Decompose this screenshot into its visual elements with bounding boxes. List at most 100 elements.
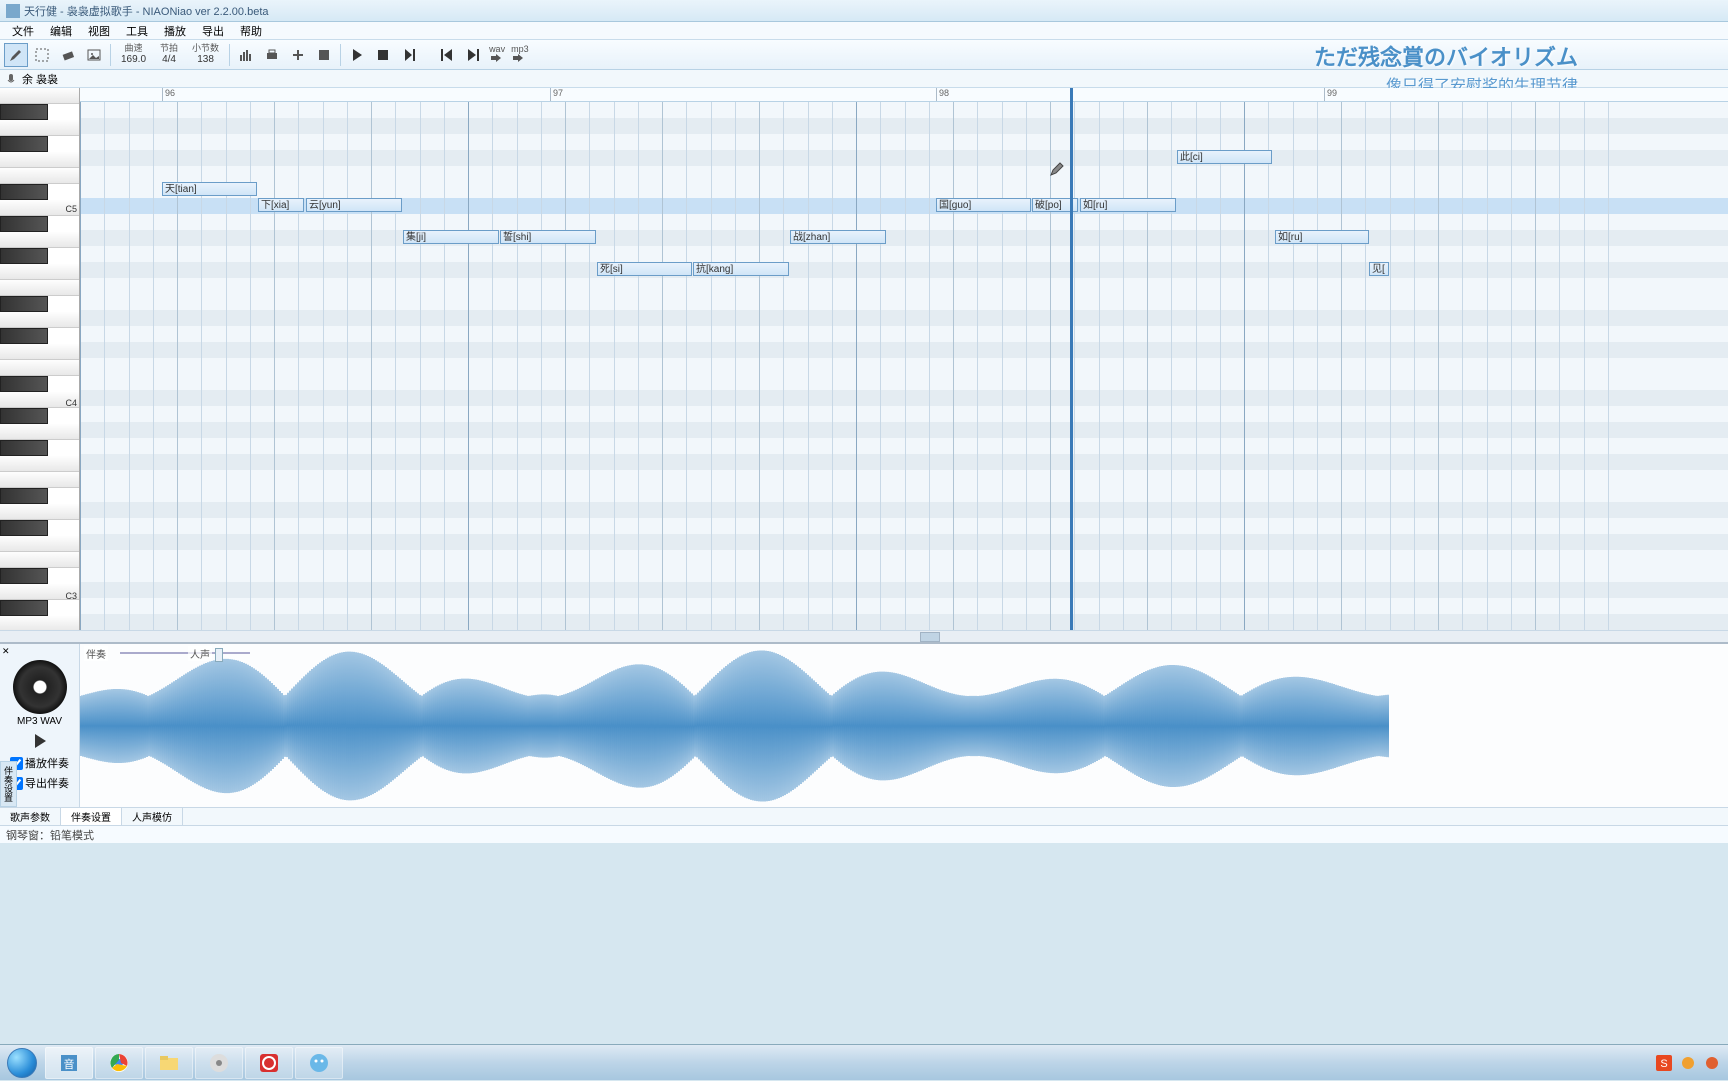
piano-roll-editor: C5C4C3 96979899 天[tian]下[xia]云[yun] 集[ji]… bbox=[0, 88, 1728, 630]
piano-key[interactable] bbox=[0, 168, 79, 184]
taskbar-item-chat[interactable] bbox=[295, 1047, 343, 1079]
note-grid[interactable]: 96979899 天[tian]下[xia]云[yun] 集[ji]誓[shi] 死… bbox=[80, 88, 1728, 630]
piano-key[interactable] bbox=[0, 344, 79, 360]
beat-display[interactable]: 节拍4/4 bbox=[154, 44, 184, 65]
piano-key[interactable] bbox=[0, 536, 79, 552]
taskbar-item-chrome[interactable] bbox=[95, 1047, 143, 1079]
grid-line bbox=[929, 102, 930, 630]
tab-voice-imitation[interactable]: 人声模仿 bbox=[122, 808, 183, 825]
horizontal-scrollbar[interactable] bbox=[0, 630, 1728, 642]
note-block[interactable]: 抗[kang] bbox=[693, 262, 789, 276]
accompaniment-settings-vtab[interactable]: 伴奏设置 bbox=[0, 761, 17, 807]
plus-button[interactable] bbox=[286, 43, 310, 67]
tray-volume-icon[interactable] bbox=[1704, 1055, 1720, 1071]
note-block[interactable]: 如[ru] bbox=[1275, 230, 1369, 244]
note-block[interactable]: 战[zhan] bbox=[790, 230, 886, 244]
note-block[interactable]: 云[yun] bbox=[306, 198, 402, 212]
note-block[interactable]: 死[si] bbox=[597, 262, 692, 276]
piano-key[interactable] bbox=[0, 264, 79, 280]
play-section-button[interactable] bbox=[397, 43, 421, 67]
piano-key[interactable] bbox=[0, 88, 79, 104]
menu-help[interactable]: 帮助 bbox=[232, 23, 270, 39]
print-button[interactable] bbox=[260, 43, 284, 67]
grid-line bbox=[323, 102, 324, 630]
playhead[interactable] bbox=[1070, 88, 1073, 630]
play-button[interactable] bbox=[345, 43, 369, 67]
piano-key[interactable] bbox=[0, 600, 48, 616]
menu-export[interactable]: 导出 bbox=[194, 23, 232, 39]
piano-key[interactable] bbox=[0, 360, 79, 376]
piano-key[interactable] bbox=[0, 568, 48, 584]
close-icon[interactable]: ✕ bbox=[2, 646, 12, 656]
piano-key[interactable] bbox=[0, 440, 48, 456]
timeline-ruler[interactable]: 96979899 bbox=[80, 88, 1728, 102]
export-accompaniment-checkbox[interactable]: 导出伴奏 bbox=[10, 775, 69, 791]
piano-key[interactable] bbox=[0, 216, 48, 232]
piano-key[interactable] bbox=[0, 520, 48, 536]
tray-settings-icon[interactable] bbox=[1680, 1055, 1696, 1071]
next-button[interactable] bbox=[461, 43, 485, 67]
piano-key[interactable] bbox=[0, 312, 79, 328]
taskbar-item-explorer[interactable] bbox=[145, 1047, 193, 1079]
pencil-tool-button[interactable] bbox=[4, 43, 28, 67]
piano-key[interactable] bbox=[0, 552, 79, 568]
menu-tools[interactable]: 工具 bbox=[118, 23, 156, 39]
piano-key[interactable] bbox=[0, 136, 48, 152]
piano-key[interactable] bbox=[0, 152, 79, 168]
piano-key[interactable] bbox=[0, 104, 48, 120]
bars-display[interactable]: 小节数138 bbox=[186, 44, 225, 65]
fullscreen-button[interactable] bbox=[312, 43, 336, 67]
menu-view[interactable]: 视图 bbox=[80, 23, 118, 39]
piano-key[interactable] bbox=[0, 376, 48, 392]
prev-button[interactable] bbox=[435, 43, 459, 67]
note-block[interactable]: 此[ci] bbox=[1177, 150, 1272, 164]
piano-key[interactable] bbox=[0, 232, 79, 248]
piano-key[interactable] bbox=[0, 280, 79, 296]
tab-voice-params[interactable]: 歌声参数 bbox=[0, 808, 61, 825]
piano-key[interactable] bbox=[0, 248, 48, 264]
waveform-display[interactable]: 伴奏 人声 bbox=[80, 644, 1728, 807]
note-block[interactable]: 国[guo] bbox=[936, 198, 1031, 212]
piano-key[interactable] bbox=[0, 120, 79, 136]
piano-key[interactable] bbox=[0, 472, 79, 488]
note-block[interactable]: 集[ji] bbox=[403, 230, 499, 244]
grid-line bbox=[298, 102, 299, 630]
note-block[interactable]: 如[ru] bbox=[1080, 198, 1176, 212]
tempo-display[interactable]: 曲速169.0 bbox=[115, 44, 152, 65]
tray-sogou-icon[interactable]: S bbox=[1656, 1055, 1672, 1071]
menu-play[interactable]: 播放 bbox=[156, 23, 194, 39]
piano-key[interactable] bbox=[0, 488, 48, 504]
wave-play-button[interactable] bbox=[30, 731, 50, 751]
note-block[interactable]: 誓[shi] bbox=[500, 230, 596, 244]
piano-keyboard[interactable]: C5C4C3 bbox=[0, 88, 80, 630]
note-block[interactable]: 下[xia] bbox=[258, 198, 304, 212]
export-wav-button[interactable]: wav bbox=[487, 45, 507, 65]
tab-accompaniment[interactable]: 伴奏设置 bbox=[61, 808, 122, 825]
eraser-tool-button[interactable] bbox=[56, 43, 80, 67]
start-button[interactable] bbox=[0, 1045, 44, 1081]
export-mp3-button[interactable]: mp3 bbox=[509, 45, 531, 65]
grid-line bbox=[1584, 102, 1585, 630]
piano-key[interactable] bbox=[0, 424, 79, 440]
stop-button[interactable] bbox=[371, 43, 395, 67]
menu-file[interactable]: 文件 bbox=[4, 23, 42, 39]
piano-key[interactable] bbox=[0, 456, 79, 472]
app-icon bbox=[6, 4, 20, 18]
piano-key[interactable] bbox=[0, 408, 48, 424]
image-tool-button[interactable] bbox=[82, 43, 106, 67]
taskbar-item-media[interactable] bbox=[195, 1047, 243, 1079]
piano-key[interactable] bbox=[0, 184, 48, 200]
taskbar-item-netease[interactable] bbox=[245, 1047, 293, 1079]
piano-key[interactable] bbox=[0, 504, 79, 520]
note-block[interactable]: 天[tian] bbox=[162, 182, 257, 196]
note-block[interactable]: 见[ bbox=[1369, 262, 1389, 276]
taskbar-item-music-app[interactable]: 音 bbox=[45, 1047, 93, 1079]
scrollbar-thumb[interactable] bbox=[920, 632, 940, 642]
select-tool-button[interactable] bbox=[30, 43, 54, 67]
piano-key[interactable] bbox=[0, 296, 48, 312]
piano-key[interactable] bbox=[0, 328, 48, 344]
equalizer-button[interactable] bbox=[234, 43, 258, 67]
play-accompaniment-checkbox[interactable]: 播放伴奏 bbox=[10, 755, 69, 771]
accompaniment-volume-slider[interactable] bbox=[120, 648, 250, 658]
menu-edit[interactable]: 编辑 bbox=[42, 23, 80, 39]
